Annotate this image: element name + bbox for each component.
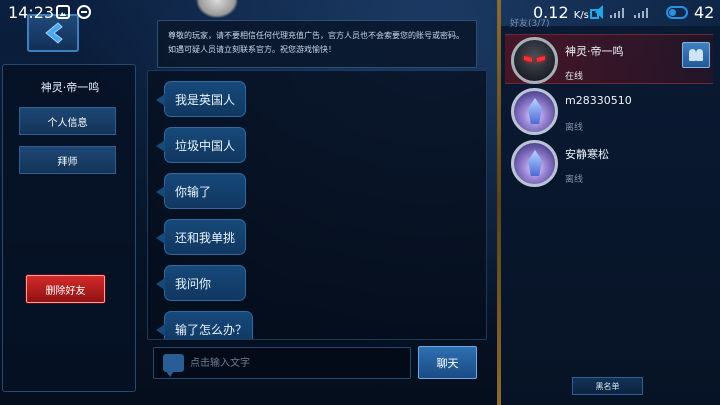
personal-info-button[interactable]: 个人信息 (19, 107, 116, 135)
message-bubble: 你输了 (156, 173, 246, 209)
gallery-icon (56, 5, 70, 19)
message-bubble: 垃圾中国人 (156, 127, 246, 163)
delete-friend-button[interactable]: 删除好友 (26, 275, 105, 303)
friend-name: 安静寒松 (565, 148, 609, 161)
chat-notice: 尊敬的玩家，请不要相信任何代理充值广告，官方人员也不会索要您的账号或密码。如遇可… (157, 20, 477, 68)
chat-message-list[interactable]: 我是英国人 垃圾中国人 你输了 还和我单挑 我问你 输了怎么办？ (147, 70, 487, 340)
circle-app-icon (77, 5, 91, 19)
chat-input[interactable] (190, 348, 405, 378)
avatar (511, 37, 558, 84)
message-bubble: 我是英国人 (156, 81, 246, 117)
message-bubble: 输了怎么办？ (156, 311, 253, 339)
friend-status: 离线 (565, 123, 584, 133)
chat-bubble-icon (163, 354, 184, 377)
profile-name: 神灵·帝一鸣 (40, 81, 100, 94)
battery-level: 42 (694, 3, 715, 22)
volume-icon (590, 4, 604, 20)
signal-icon (634, 8, 648, 18)
avatar (511, 140, 558, 187)
send-chat-button[interactable]: 聊天 (418, 346, 477, 379)
friend-name: 神灵·帝一鸣 (565, 45, 624, 58)
apprentice-button[interactable]: 拜师 (19, 146, 116, 174)
friend-status: 在线 (565, 72, 584, 82)
toggle-icon (666, 6, 688, 19)
signal-icon (610, 8, 624, 18)
message-bubble: 我问你 (156, 265, 246, 301)
friend-item[interactable]: m28330510 离线 (505, 86, 713, 136)
net-speed: 0.12 K/s (533, 3, 589, 22)
friend-item[interactable]: 安静寒松 离线 (505, 138, 713, 188)
profile-panel: 神灵·帝一鸣 个人信息 拜师 (2, 64, 136, 392)
chat-input-box (153, 347, 411, 379)
message-bubble: 还和我单挑 (156, 219, 246, 255)
status-time: 14:23 (8, 3, 55, 22)
avatar (511, 88, 558, 135)
team-icon[interactable] (682, 42, 710, 68)
friend-name: m28330510 (565, 94, 632, 107)
friend-status: 离线 (565, 175, 584, 185)
status-bar: 14:23 0.12 K/s 42 (0, 0, 720, 26)
blacklist-button[interactable]: 黑名单 (572, 377, 643, 395)
